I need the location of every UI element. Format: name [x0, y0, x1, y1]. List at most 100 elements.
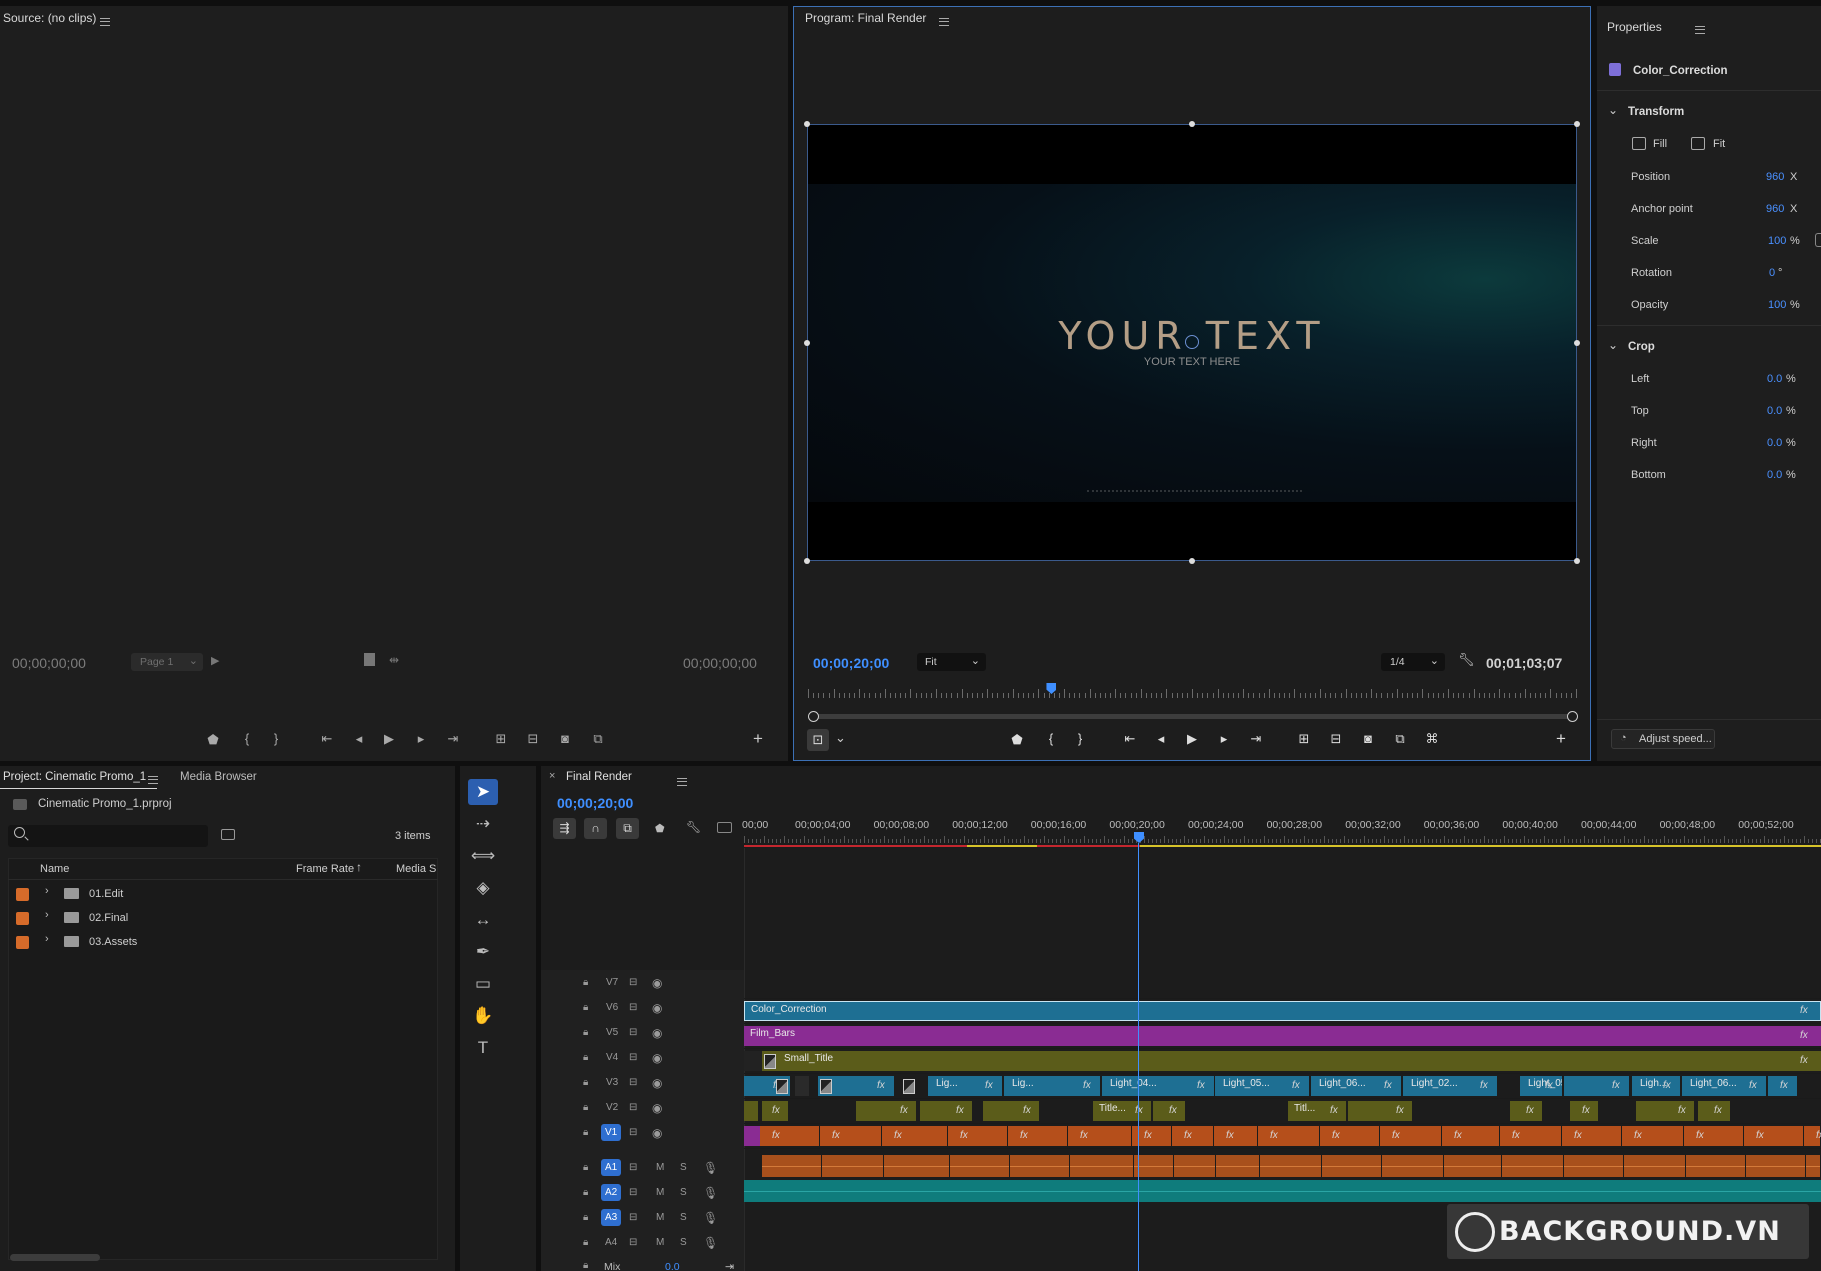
solo-button[interactable]: S: [680, 1162, 687, 1173]
fx-badge[interactable]: fx: [772, 1130, 780, 1141]
sync-lock-icon[interactable]: ⊟: [629, 1237, 637, 1248]
fill-icon[interactable]: [1632, 137, 1646, 150]
mark-in-icon[interactable]: {: [1042, 731, 1060, 746]
rotation-value[interactable]: 0: [1769, 267, 1775, 279]
fx-badge[interactable]: fx: [1714, 1105, 1722, 1116]
clip-small-title[interactable]: Small_Title: [762, 1051, 1821, 1071]
fx-badge[interactable]: fx: [772, 1105, 780, 1116]
fx-badge[interactable]: fx: [1332, 1130, 1340, 1141]
fx-badge[interactable]: fx: [1023, 1105, 1031, 1116]
sync-lock-icon[interactable]: ⊟: [629, 1187, 637, 1198]
fx-badge[interactable]: fx: [985, 1080, 993, 1091]
lock-icon[interactable]: 🔒︎: [583, 1162, 588, 1173]
lock-icon[interactable]: 🔒︎: [583, 1102, 588, 1113]
chevron-right-icon[interactable]: ›: [45, 933, 49, 945]
fit-icon[interactable]: [1691, 137, 1705, 150]
fx-badge[interactable]: fx: [1226, 1130, 1234, 1141]
fx-badge[interactable]: fx: [1582, 1105, 1590, 1116]
list-item[interactable]: › 03.Assets: [8, 930, 436, 954]
crop-section-label[interactable]: Crop: [1628, 341, 1655, 353]
add-marker-icon[interactable]: ⬟: [1008, 732, 1026, 748]
source-menu-icon[interactable]: [100, 18, 110, 26]
lock-icon[interactable]: 🔒︎: [583, 1002, 588, 1013]
clip-v1[interactable]: [1258, 1126, 1319, 1146]
chevron-down-icon[interactable]: ⌄: [835, 730, 846, 746]
opacity-value[interactable]: 100: [1768, 299, 1786, 311]
lock-icon[interactable]: 🔒︎: [583, 1260, 588, 1271]
track-label[interactable]: V4: [606, 1052, 618, 1063]
clip-v1[interactable]: [744, 1126, 760, 1146]
sync-lock-icon[interactable]: ⊟: [629, 1052, 637, 1063]
button-editor-icon[interactable]: ⌘: [1423, 731, 1441, 747]
snap-icon[interactable]: ∩: [584, 818, 607, 839]
lock-icon[interactable]: 🔒︎: [583, 1077, 588, 1088]
sort-arrow-up-icon[interactable]: ↑: [356, 860, 362, 874]
eye-icon[interactable]: ◉: [652, 976, 662, 990]
microphone-icon[interactable]: 🎙︎: [703, 1236, 718, 1250]
crop-left-value[interactable]: 0.0: [1767, 373, 1782, 385]
clip-v1[interactable]: [1500, 1126, 1561, 1146]
fx-badge[interactable]: fx: [877, 1080, 885, 1091]
transition-icon[interactable]: [764, 1054, 776, 1069]
microphone-icon[interactable]: 🎙︎: [703, 1161, 718, 1175]
captions-icon[interactable]: [717, 822, 732, 833]
program-zoom-scrollbar[interactable]: [812, 714, 1574, 719]
clip-v1[interactable]: [1442, 1126, 1499, 1146]
lift-icon[interactable]: ⊞: [1295, 731, 1313, 747]
microphone-icon[interactable]: 🎙︎: [703, 1186, 718, 1200]
handle-mr[interactable]: [1574, 340, 1580, 346]
handle-bl[interactable]: [804, 558, 810, 564]
camera-icon[interactable]: ◙: [556, 731, 574, 746]
add-marker-icon[interactable]: ⬟: [655, 822, 665, 835]
fx-badge[interactable]: fx: [1144, 1130, 1152, 1141]
step-forward-icon[interactable]: ▸: [412, 731, 430, 747]
fx-badge[interactable]: fx: [1184, 1130, 1192, 1141]
project-menu-icon[interactable]: [148, 776, 158, 784]
transition-icon[interactable]: [903, 1079, 915, 1094]
eye-icon[interactable]: ◉: [652, 1026, 662, 1040]
fx-badge[interactable]: fx: [1270, 1130, 1278, 1141]
track-label[interactable]: V1: [601, 1124, 622, 1141]
fx-badge[interactable]: fx: [1384, 1080, 1392, 1091]
clip-film-bars[interactable]: Film_Bars: [744, 1026, 1821, 1046]
crop-right-value[interactable]: 0.0: [1767, 437, 1782, 449]
go-to-out-icon[interactable]: ⇥: [1247, 731, 1265, 747]
go-to-out-icon[interactable]: ⇥: [444, 731, 462, 747]
project-scrollbar[interactable]: [10, 1254, 100, 1261]
label-color-swatch[interactable]: [16, 936, 29, 949]
transform-section-label[interactable]: Transform: [1628, 106, 1684, 118]
clip-v1[interactable]: [882, 1126, 947, 1146]
chevron-right-icon[interactable]: ›: [45, 909, 49, 921]
clip-v3[interactable]: [795, 1076, 809, 1096]
linked-selection-icon[interactable]: ⧉: [616, 818, 639, 839]
add-marker-icon[interactable]: ⬟: [204, 732, 222, 748]
fx-badge[interactable]: fx: [1756, 1130, 1764, 1141]
fx-badge[interactable]: fx: [1080, 1130, 1088, 1141]
fx-badge[interactable]: fx: [1545, 1080, 1553, 1091]
fx-badge[interactable]: fx: [1330, 1105, 1338, 1116]
source-page-select[interactable]: Page 1 ⌄: [131, 653, 203, 671]
fx-badge[interactable]: fx: [1169, 1105, 1177, 1116]
col-header-name[interactable]: Name: [40, 863, 69, 875]
transition-icon[interactable]: [776, 1079, 788, 1094]
fx-badge[interactable]: fx: [1526, 1105, 1534, 1116]
fx-badge[interactable]: fx: [1512, 1130, 1520, 1141]
fx-badge[interactable]: fx: [956, 1105, 964, 1116]
mark-in-icon[interactable]: {: [238, 731, 256, 746]
nest-sequence-icon[interactable]: ⇶: [553, 818, 576, 839]
clip-v1[interactable]: [1068, 1126, 1131, 1146]
step-back-icon[interactable]: ◂: [1152, 731, 1170, 747]
timeline-menu-icon[interactable]: [677, 778, 688, 786]
solo-button[interactable]: S: [680, 1237, 687, 1248]
handle-tm[interactable]: [1189, 121, 1195, 127]
microphone-icon[interactable]: 🎙︎: [703, 1211, 718, 1225]
clip-v1[interactable]: [820, 1126, 881, 1146]
track-label[interactable]: V2: [606, 1102, 618, 1113]
handle-bm[interactable]: [1189, 558, 1195, 564]
clip-v3[interactable]: Ligh...: [1632, 1076, 1680, 1096]
media-browser-tab[interactable]: Media Browser: [180, 771, 257, 783]
clip-v2[interactable]: [744, 1101, 758, 1121]
fx-badge[interactable]: fx: [1800, 1005, 1808, 1016]
eye-icon[interactable]: ◉: [652, 1051, 662, 1065]
add-button-icon[interactable]: +: [749, 729, 767, 749]
